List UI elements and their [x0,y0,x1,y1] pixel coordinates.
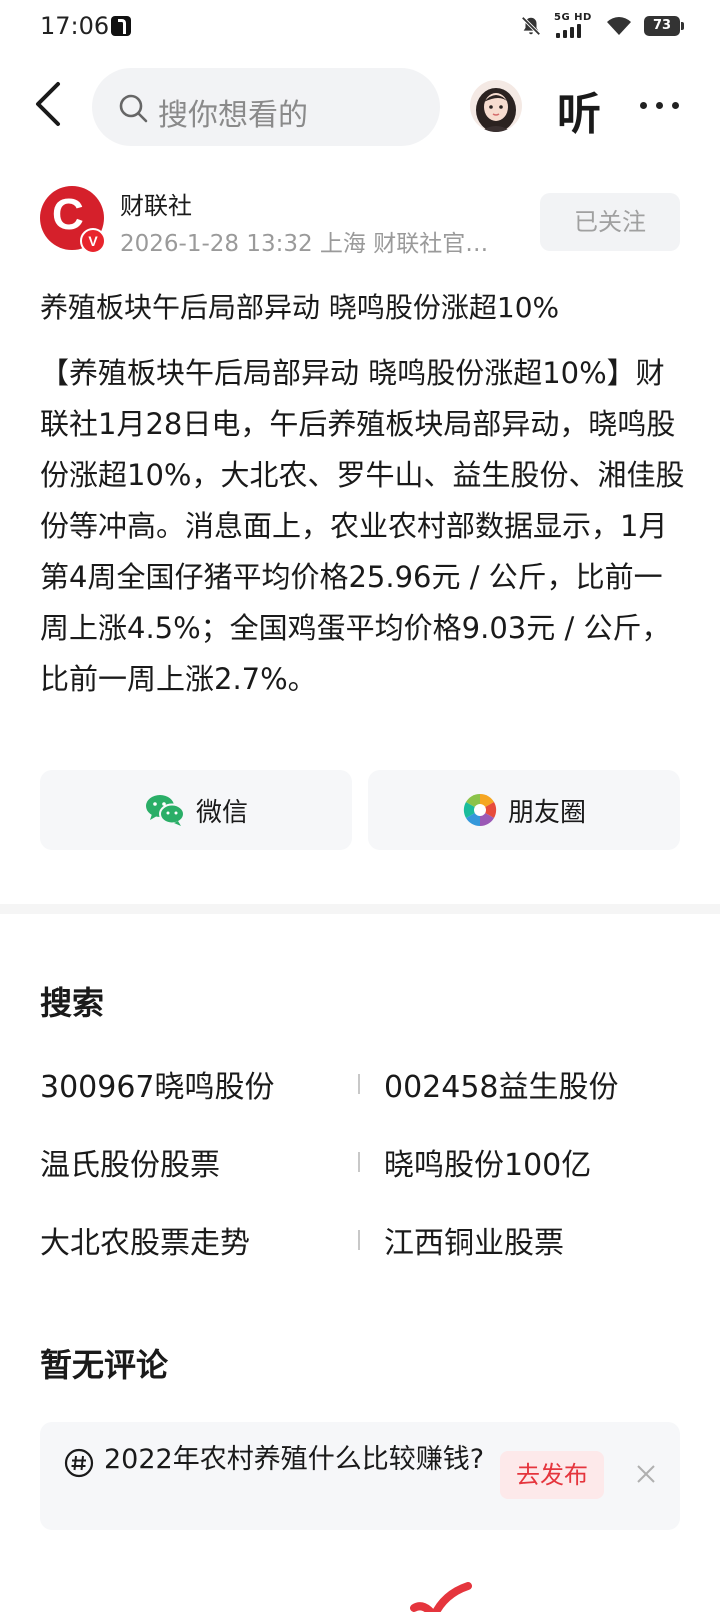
author-name[interactable]: 财联社 [120,186,192,221]
status-bar: 17:06 5G HD 73 [0,0,720,56]
check-mark-icon [410,1582,472,1612]
article-title: 养殖板块午后局部异动 晓鸣股份涨超10% [40,291,560,324]
publish-button[interactable]: 去发布 [500,1451,604,1499]
share-moments-label: 朋友圈 [507,797,586,828]
follow-button[interactable]: 已关注 [540,193,680,251]
more-options-icon[interactable] [640,102,679,109]
separator [358,1074,360,1094]
listen-button[interactable]: 听 [557,78,601,142]
search-bar[interactable]: 搜你想看的 [92,68,440,146]
search-suggestion[interactable]: 温氏股份股票 [40,1140,220,1184]
topic-prompt-card[interactable]: 2022年农村养殖什么比较赚钱? 去发布 [40,1422,680,1530]
search-icon [119,94,148,123]
search-suggestion[interactable]: 江西铜业股票 [384,1218,564,1262]
section-divider [0,904,720,914]
separator [358,1152,360,1172]
article-body: 【养殖板块午后局部异动 晓鸣股份涨超10%】财联社1月28日电，午后养殖板块局部… [40,356,685,696]
separator [358,1230,360,1250]
share-moments-button[interactable]: 朋友圈 [368,770,680,850]
battery-icon: 73 [644,16,684,36]
search-suggestion[interactable]: 002458益生股份 [384,1062,619,1106]
status-time: 17:06 [40,12,110,40]
wifi-icon [607,17,631,35]
verified-badge-icon: V [80,228,106,254]
search-suggestion[interactable]: 300967晓鸣股份 [40,1062,275,1106]
wechat-icon [145,795,185,826]
share-wechat-button[interactable]: 微信 [40,770,352,850]
author-meta: 2026-1-28 13:32 上海 财联社官方账号 [120,231,510,257]
comments-title: 暂无评论 [40,1346,169,1384]
close-icon[interactable] [636,1464,656,1484]
back-arrow-icon[interactable] [30,80,70,128]
topic-text: 2022年农村养殖什么比较赚钱? [104,1444,485,1475]
network-label: 5G HD [554,12,592,23]
share-wechat-label: 微信 [195,797,248,828]
tiktok-notification-icon [111,16,131,36]
status-icons: 5G HD 73 [520,12,684,38]
search-suggestion[interactable]: 大北农股票走势 [40,1218,250,1262]
search-section-title: 搜索 [40,984,105,1022]
search-placeholder: 搜你想看的 [158,98,308,133]
user-avatar[interactable] [470,80,522,132]
avatar-illustration [476,88,516,132]
author-logo-letter: C [52,190,84,239]
signal-icon: 5G HD [554,12,594,38]
top-nav: 搜你想看的 听 [0,64,720,146]
mute-bell-icon [521,16,541,36]
moments-icon [463,793,497,827]
search-suggestion[interactable]: 晓鸣股份100亿 [384,1140,591,1184]
